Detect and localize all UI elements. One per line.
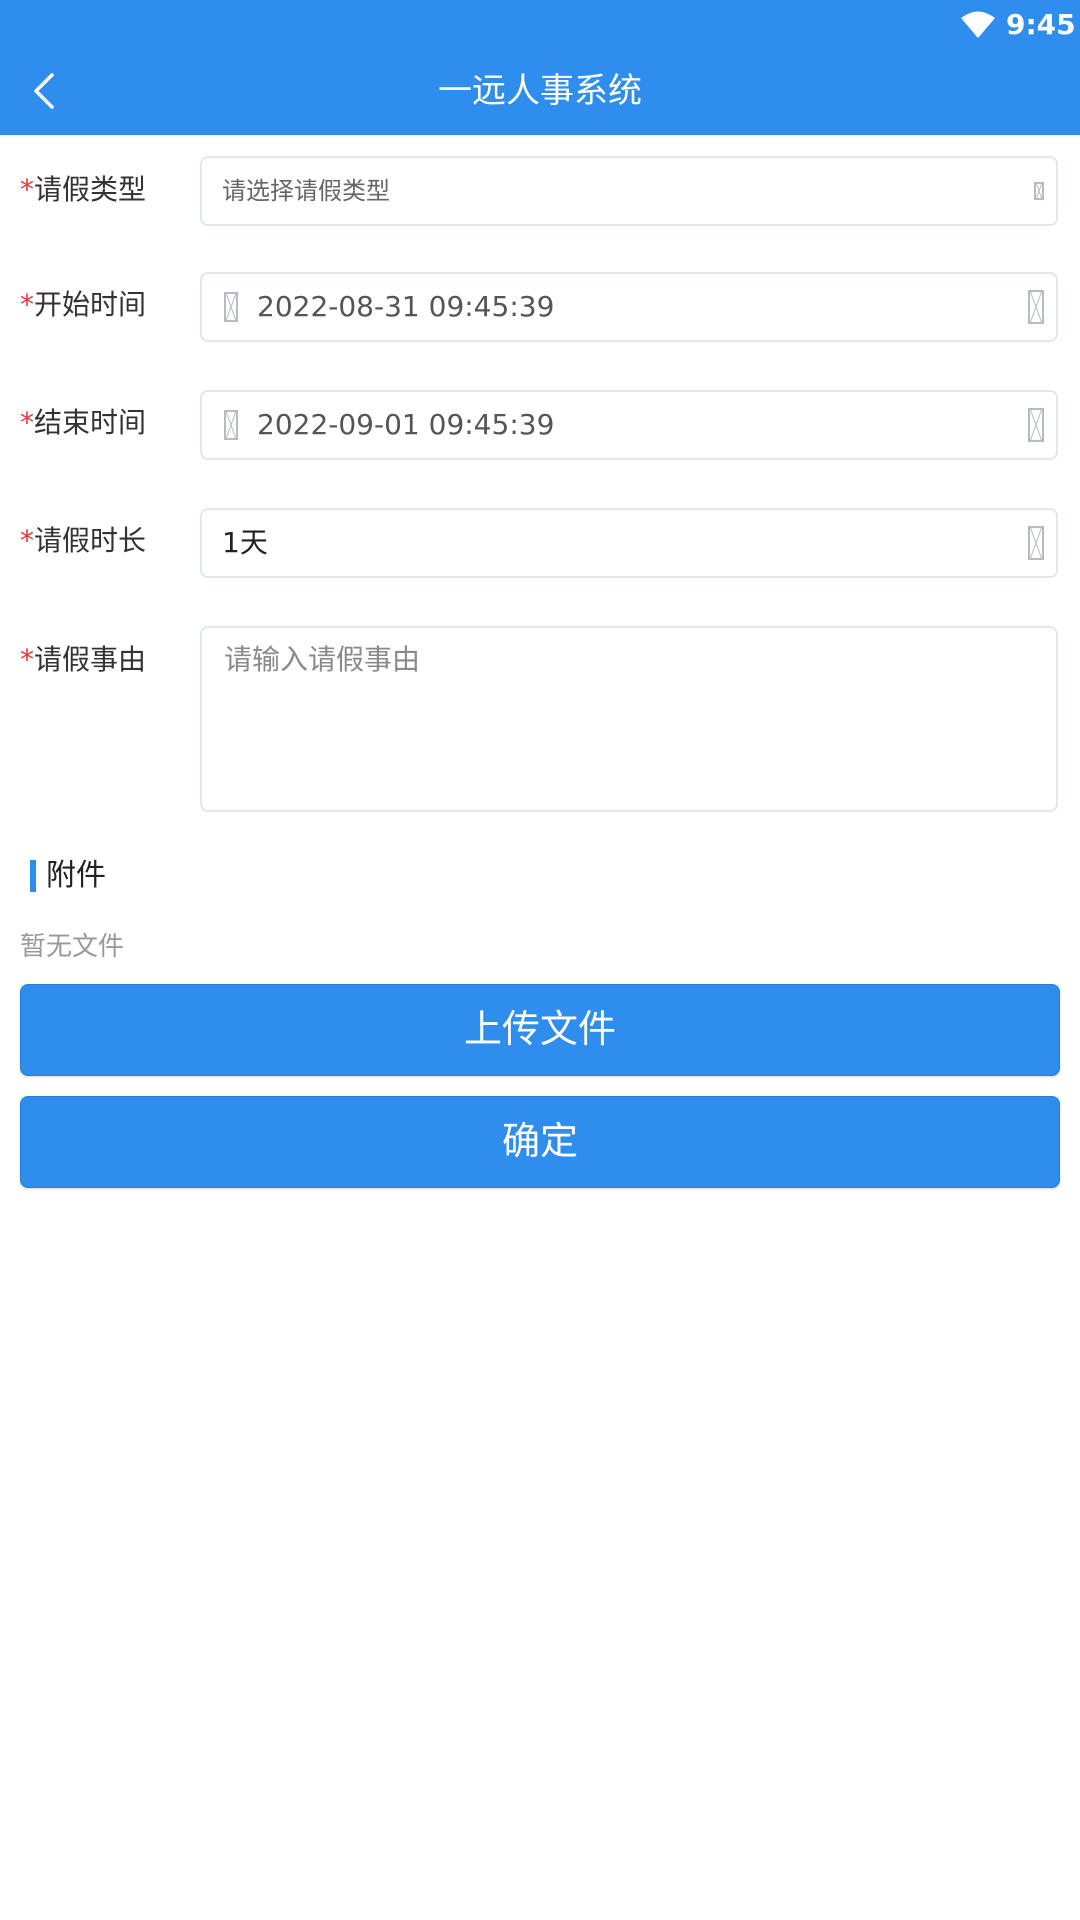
upload-file-button[interactable]: 上传文件 — [20, 984, 1060, 1076]
leave-type-label-text: 请假类型 — [34, 173, 147, 206]
duration-field[interactable]: 1天 — [200, 508, 1058, 578]
required-mark: * — [20, 643, 34, 676]
required-mark: * — [20, 173, 34, 206]
end-time-label: *结束时间 — [20, 403, 146, 443]
start-time-value: 2022-08-31 09:45:39 — [257, 290, 555, 323]
leave-type-label: *请假类型 — [20, 170, 146, 210]
dropdown-arrow-icon — [1034, 182, 1044, 200]
page-title: 一远人事系统 — [438, 71, 642, 111]
leave-type-placeholder: 请选择请假类型 — [222, 177, 390, 205]
duration-value: 1天 — [222, 526, 268, 559]
start-time-label-text: 开始时间 — [34, 288, 147, 321]
required-mark: * — [20, 406, 34, 439]
attachments-title: 附件 — [46, 858, 106, 893]
duration-label: *请假时长 — [20, 521, 146, 561]
end-time-value: 2022-09-01 09:45:39 — [257, 408, 555, 441]
calendar-icon — [224, 292, 238, 322]
no-file-text: 暂无文件 — [20, 932, 125, 962]
clear-icon[interactable] — [1028, 290, 1044, 324]
reason-placeholder: 请输入请假事由 — [224, 643, 421, 676]
end-time-field[interactable]: 2022-09-01 09:45:39 — [200, 390, 1058, 460]
start-time-label: *开始时间 — [20, 285, 146, 325]
reason-textarea[interactable]: 请输入请假事由 — [200, 626, 1058, 812]
required-mark: * — [20, 524, 34, 557]
status-time: 9:45 — [1006, 8, 1076, 41]
wifi-icon — [961, 11, 995, 38]
clear-icon[interactable] — [1028, 526, 1044, 560]
calendar-icon — [224, 410, 238, 440]
end-time-label-text: 结束时间 — [34, 406, 147, 439]
duration-label-text: 请假时长 — [34, 524, 147, 557]
section-accent-bar — [30, 860, 36, 892]
confirm-button[interactable]: 确定 — [20, 1096, 1060, 1188]
required-mark: * — [20, 288, 34, 321]
status-bar: 9:45 — [0, 0, 1080, 50]
start-time-field[interactable]: 2022-08-31 09:45:39 — [200, 272, 1058, 342]
leave-type-select[interactable]: 请选择请假类型 — [200, 156, 1058, 226]
clear-icon[interactable] — [1028, 408, 1044, 442]
app-header: 9:45 一远人事系统 — [0, 0, 1080, 135]
reason-label: *请假事由 — [20, 640, 146, 680]
reason-label-text: 请假事由 — [34, 643, 147, 676]
